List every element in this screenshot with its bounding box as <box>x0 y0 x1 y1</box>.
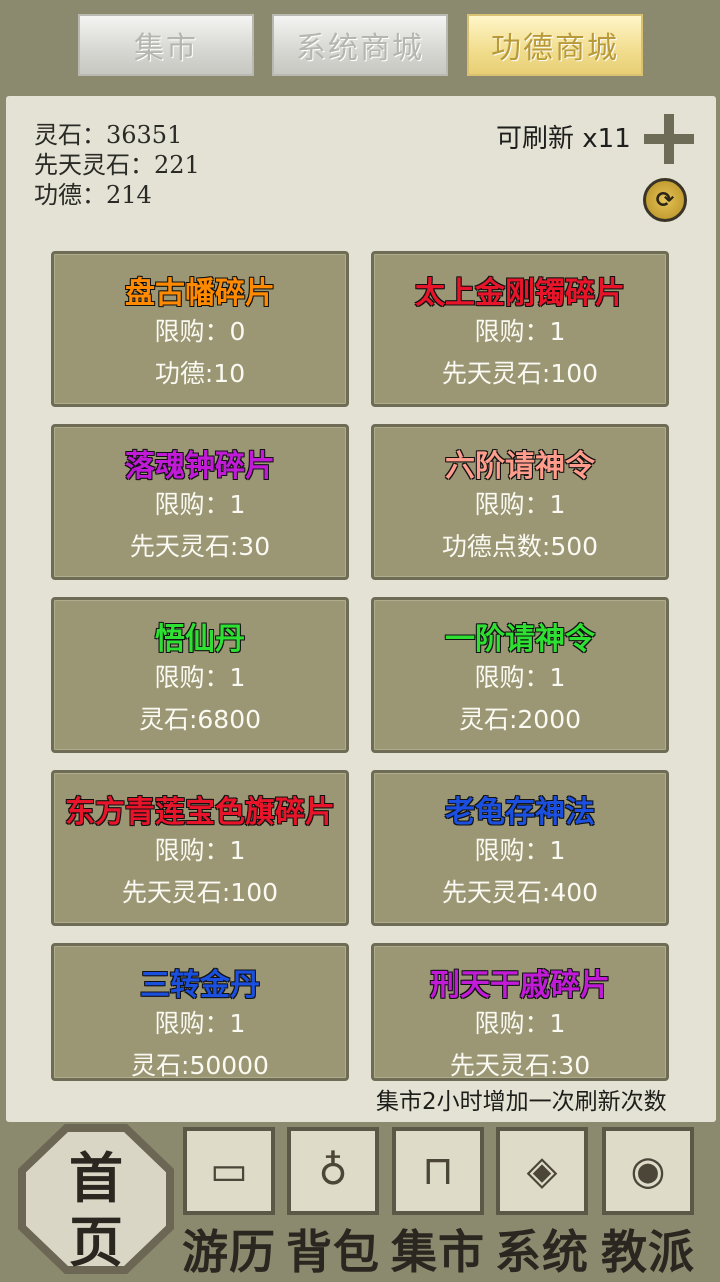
nav-label-travel[interactable]: 游历 <box>177 1216 281 1282</box>
shop-item-card[interactable]: 盘古幡碎片 限购：0 功德:10 <box>51 251 349 407</box>
item-price: 先天灵石:100 <box>441 359 599 388</box>
nav-label-sect[interactable]: 教派 <box>596 1216 700 1282</box>
item-price: 功德点数:500 <box>441 532 599 561</box>
tab-merit-shop[interactable]: 功德商城 <box>467 14 643 76</box>
item-name: 老龟存神法 <box>445 795 595 830</box>
item-price: 灵石:50000 <box>131 1051 269 1080</box>
item-limit: 限购：1 <box>154 1009 246 1038</box>
shop-item-card[interactable]: 落魂钟碎片 限购：1 先天灵石:30 <box>51 424 349 580</box>
shop-item-card[interactable]: 一阶请神令 限购：1 灵石:2000 <box>371 597 669 753</box>
refresh-note: 集市2小时增加一次刷新次数 <box>376 1089 667 1115</box>
item-price: 先天灵石:100 <box>121 878 279 907</box>
item-limit: 限购：1 <box>474 836 566 865</box>
refresh-icon[interactable]: ⟳ <box>643 178 687 222</box>
item-name: 太上金刚镯碎片 <box>415 276 625 311</box>
home-button[interactable]: 首 页 <box>18 1124 174 1274</box>
home-label-bottom: 页 <box>69 1210 123 1274</box>
item-name: 一阶请神令 <box>445 622 595 657</box>
merit-count: 功德：214 <box>34 181 152 209</box>
shop-item-card[interactable]: 东方青莲宝色旗碎片 限购：1 先天灵石:100 <box>51 770 349 926</box>
sect-icon[interactable]: ◉ <box>602 1127 694 1215</box>
shop-item-card[interactable]: 太上金刚镯碎片 限购：1 先天灵石:100 <box>371 251 669 407</box>
item-limit: 限购：1 <box>154 490 246 519</box>
nav-label-market[interactable]: 集市 <box>386 1216 490 1282</box>
item-name: 悟仙丹 <box>155 622 245 657</box>
item-price: 先天灵石:30 <box>129 532 271 561</box>
spirit-stone-count: 灵石：36351 <box>34 121 183 149</box>
item-name: 落魂钟碎片 <box>125 449 275 484</box>
item-limit: 限购：1 <box>474 317 566 346</box>
system-icon[interactable]: ◈ <box>496 1127 588 1215</box>
refresh-count: 可刷新 x11 <box>496 124 631 154</box>
bag-icon[interactable]: ♁ <box>287 1127 379 1215</box>
item-price: 灵石:6800 <box>138 705 262 734</box>
shop-item-card[interactable]: 三转金丹 限购：1 灵石:50000 <box>51 943 349 1081</box>
chest-icon[interactable]: ▭ <box>183 1127 275 1215</box>
shop-item-card[interactable]: 刑天干戚碎片 限购：1 先天灵石:30 <box>371 943 669 1081</box>
item-price: 先天灵石:400 <box>441 878 599 907</box>
nav-label-system[interactable]: 系统 <box>490 1216 594 1282</box>
item-name: 刑天干戚碎片 <box>430 968 610 1003</box>
item-price: 功德:10 <box>154 359 246 388</box>
item-limit: 限购：1 <box>474 1009 566 1038</box>
resource-summary: 灵石：36351 先天灵石：221 功德：214 <box>34 120 200 210</box>
tab-market[interactable]: 集市 <box>78 14 254 76</box>
item-limit: 限购：1 <box>154 663 246 692</box>
nav-label-bag[interactable]: 背包 <box>281 1216 385 1282</box>
stall-icon[interactable]: ⊓ <box>392 1127 484 1215</box>
tab-system-shop[interactable]: 系统商城 <box>272 14 448 76</box>
item-name: 盘古幡碎片 <box>125 276 275 311</box>
item-name: 三转金丹 <box>140 968 260 1003</box>
item-limit: 限购：1 <box>154 836 246 865</box>
item-limit: 限购：0 <box>154 317 246 346</box>
item-name: 东方青莲宝色旗碎片 <box>65 795 335 830</box>
item-price: 先天灵石:30 <box>449 1051 591 1080</box>
item-limit: 限购：1 <box>474 490 566 519</box>
item-limit: 限购：1 <box>474 663 566 692</box>
shop-item-card[interactable]: 老龟存神法 限购：1 先天灵石:400 <box>371 770 669 926</box>
plus-icon[interactable] <box>644 114 694 164</box>
item-price: 灵石:2000 <box>458 705 582 734</box>
innate-stone-count: 先天灵石：221 <box>34 151 200 179</box>
shop-item-card[interactable]: 悟仙丹 限购：1 灵石:6800 <box>51 597 349 753</box>
item-name: 六阶请神令 <box>445 449 595 484</box>
tab-bar: 集市 系统商城 功德商城 <box>0 14 720 80</box>
shop-item-card[interactable]: 六阶请神令 限购：1 功德点数:500 <box>371 424 669 580</box>
